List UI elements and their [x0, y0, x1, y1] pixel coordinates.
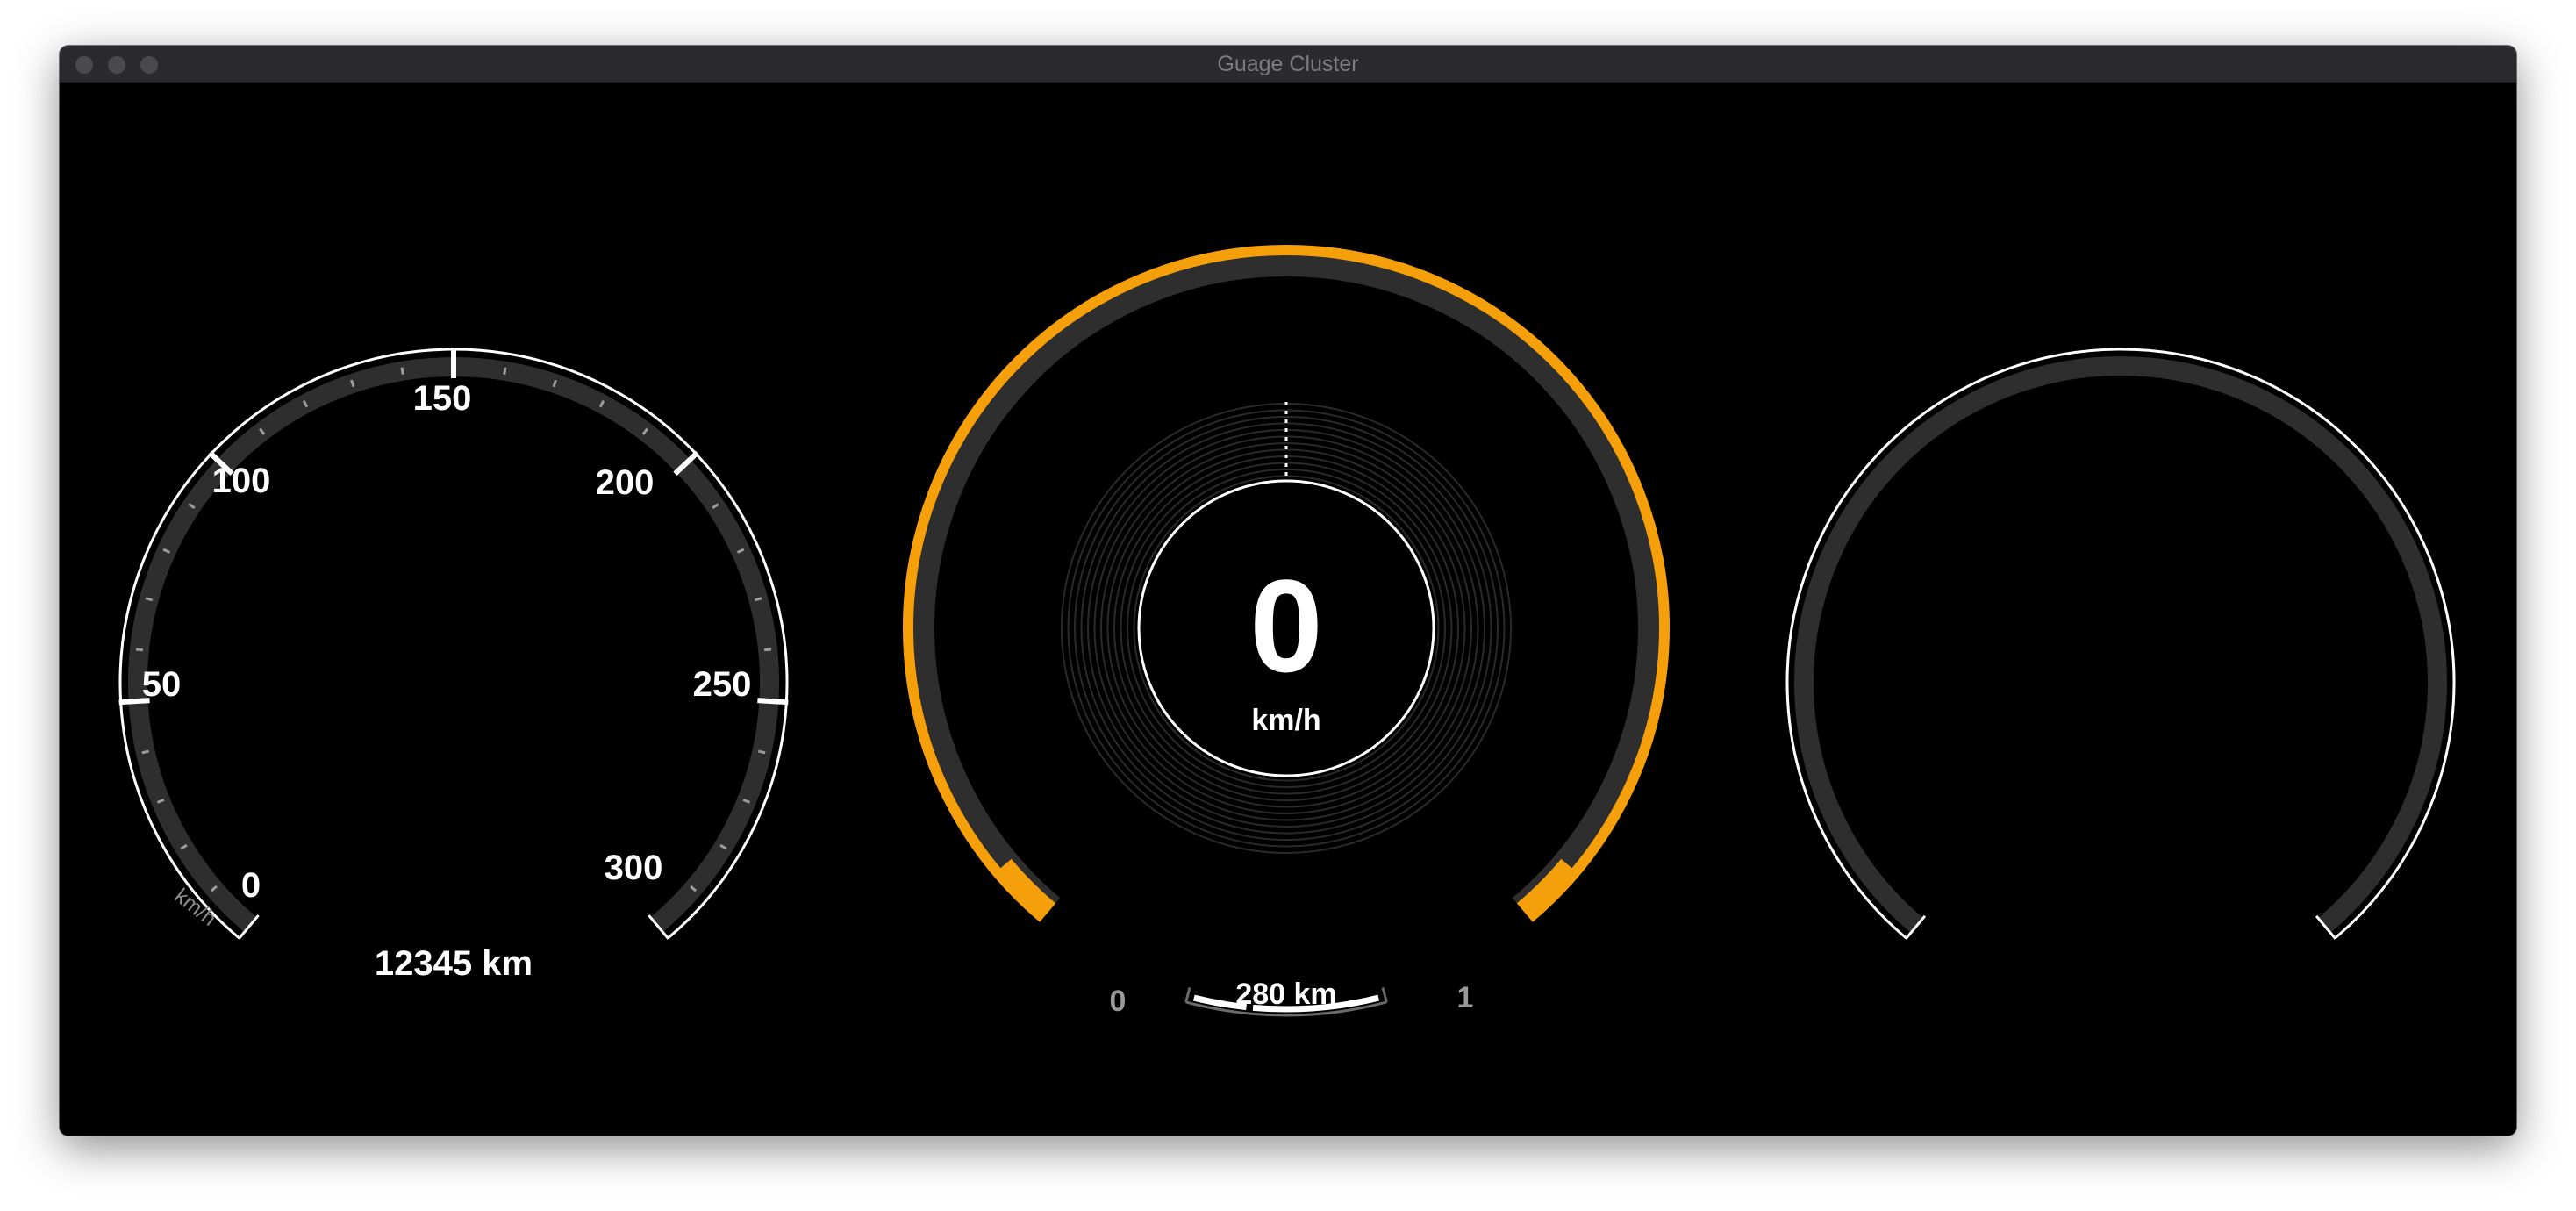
major-tick	[757, 698, 789, 706]
speed-label-250: 250	[693, 665, 752, 704]
range-readout: 280 km	[1235, 978, 1336, 1011]
gauge-cluster-svg: 0 50 100 150 200 250 300 km/h 12345 km 0	[118, 245, 2456, 1018]
odometer-readout: 12345 km	[375, 944, 533, 983]
minor-tick	[503, 367, 507, 375]
minor-tick	[400, 367, 404, 375]
speedometer-gauge: 0 50 100 150 200 250 300 km/h 12345 km	[118, 348, 789, 983]
speed-label-50: 50	[142, 665, 182, 704]
title-bar[interactable]: Guage Cluster	[60, 46, 2516, 83]
range-bracket-end	[1381, 987, 1388, 1003]
right-gauge	[1785, 348, 2456, 940]
speed-label-100: 100	[212, 462, 271, 500]
window-title: Guage Cluster	[1217, 52, 1359, 76]
app-window: Guage Cluster 0 50 100 150 200 250 300 k…	[60, 46, 2516, 1136]
minor-tick	[145, 597, 154, 602]
range-max-label: 1	[1457, 981, 1474, 1014]
minor-tick	[758, 749, 766, 755]
center-speed-gauge: 0 km/h 0 1 280 km	[903, 245, 1670, 1018]
speedometer-rim	[118, 348, 789, 940]
speed-label-0: 0	[241, 866, 261, 905]
current-speed-unit: km/h	[1251, 704, 1320, 737]
right-gauge-rim	[1785, 348, 2456, 940]
gauge-cluster-canvas: 0 50 100 150 200 250 300 km/h 12345 km 0	[60, 83, 2516, 1136]
range-bracket-start	[1184, 987, 1191, 1003]
minor-tick	[141, 749, 149, 755]
speed-label-300: 300	[605, 849, 663, 887]
minor-tick	[135, 648, 144, 652]
right-gauge-track	[1794, 356, 2447, 933]
current-speed-value: 0	[1249, 552, 1322, 699]
minor-tick	[754, 597, 762, 602]
speedometer-track	[128, 357, 779, 933]
speed-label-200: 200	[596, 463, 655, 502]
range-min-label: 0	[1110, 985, 1127, 1018]
minor-tick	[763, 648, 772, 652]
speed-label-150: 150	[413, 379, 472, 418]
